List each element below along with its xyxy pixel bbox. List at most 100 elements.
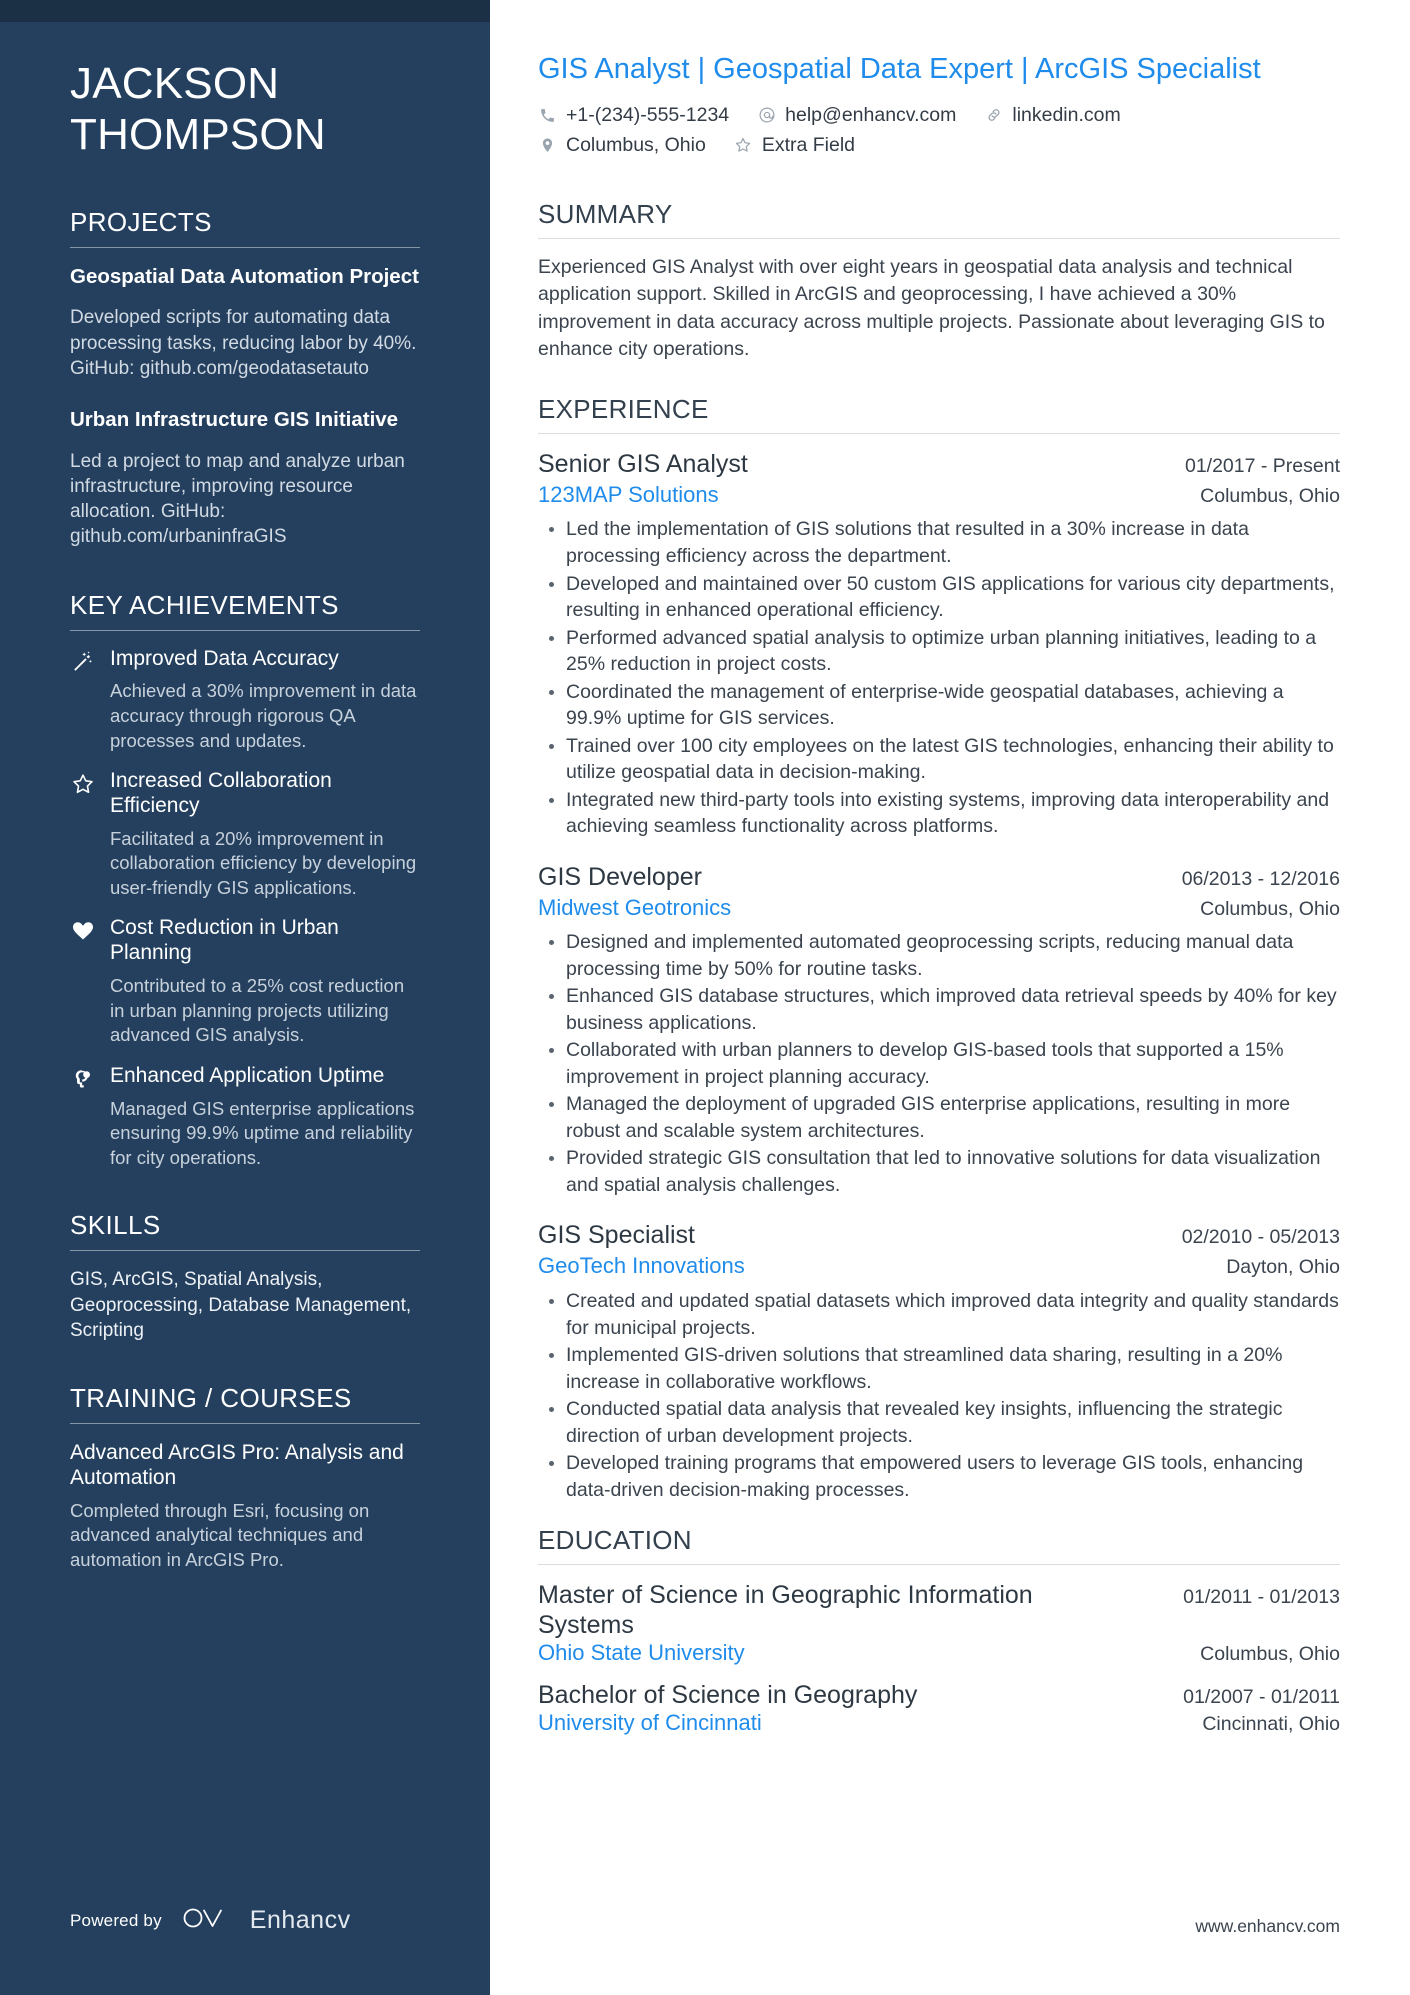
education-dates: 01/2011 - 01/2013: [1183, 1586, 1340, 1609]
skills-list: GIS, ArcGIS, Spatial Analysis, Geoproces…: [70, 1269, 412, 1341]
experience-divider: [538, 432, 1340, 434]
education-entry: Master of Science in Geographic Informat…: [538, 1580, 1340, 1666]
enhancv-brand-name: Enhancv: [249, 1906, 351, 1934]
education-degree: Master of Science in Geographic Informat…: [538, 1581, 1033, 1640]
experience-location: Dayton, Ohio: [1226, 1256, 1340, 1279]
achievements-divider: [70, 629, 420, 631]
education-location: Cincinnati, Ohio: [1202, 1713, 1340, 1736]
achievements-heading: KEY ACHIEVEMENTS: [70, 589, 339, 620]
experience-bullet: Collaborated with urban planners to deve…: [542, 1037, 1340, 1090]
contact-email[interactable]: help@enhancv.com: [757, 104, 956, 127]
skills-divider: [70, 1250, 420, 1252]
experience-bullet: Enhanced GIS database structures, which …: [542, 983, 1340, 1036]
experience-company[interactable]: 123MAP Solutions: [538, 481, 719, 510]
project-description: Led a project to map and analyze urban i…: [70, 450, 405, 548]
achievement-description: Contributed to a 25% cost reduction in u…: [110, 975, 405, 1046]
magic-wand-icon: [70, 647, 96, 754]
experience-bullets: Designed and implemented automated geopr…: [538, 929, 1340, 1198]
experience-entry: Senior GIS Analyst 01/2017 - Present 123…: [538, 449, 1340, 840]
achievement-item: Improved Data Accuracy Achieved a 30% im…: [70, 647, 420, 754]
location-pin-icon: [538, 136, 557, 155]
experience-dates: 01/2017 - Present: [1184, 454, 1340, 477]
sidebar-section-key-achievements: KEY ACHIEVEMENTS Improved Data Accuracy …: [70, 590, 420, 1171]
course-title: Advanced ArcGIS Pro: Analysis and Automa…: [70, 1441, 404, 1490]
link-icon: [984, 106, 1003, 125]
experience-heading: EXPERIENCE: [538, 393, 709, 424]
achievement-description: Facilitated a 20% improvement in collabo…: [110, 827, 417, 898]
education-school[interactable]: Ohio State University: [538, 1640, 745, 1666]
experience-bullet: Created and updated spatial datasets whi…: [542, 1288, 1340, 1341]
contact-extra-field-text: Extra Field: [761, 133, 856, 156]
star-outline-icon: [734, 136, 753, 155]
contact-phone-text: +1-(234)-555-1234: [566, 103, 730, 126]
powered-by-block: Powered by Enhancv: [70, 1904, 351, 1937]
training-heading: TRAINING / COURSES: [70, 1383, 352, 1414]
experience-bullets: Led the implementation of GIS solutions …: [538, 516, 1340, 839]
experience-bullet: Developed training programs that empower…: [542, 1450, 1340, 1503]
star-icon: [70, 769, 96, 900]
project-item: Geospatial Data Automation Project Devel…: [70, 264, 420, 381]
achievement-title: Increased Collaboration Efficiency: [110, 769, 332, 817]
experience-bullet: Trained over 100 city employees on the l…: [542, 733, 1340, 786]
experience-bullet: Provided strategic GIS consultation that…: [542, 1145, 1340, 1198]
contact-location[interactable]: Columbus, Ohio: [538, 134, 706, 157]
experience-bullet: Performed advanced spatial analysis to o…: [542, 625, 1340, 678]
section-education: EDUCATION Master of Science in Geographi…: [538, 1525, 1340, 1736]
contact-location-text: Columbus, Ohio: [566, 133, 706, 156]
sidebar-section-skills: SKILLS GIS, ArcGIS, Spatial Analysis, Ge…: [70, 1210, 420, 1343]
education-heading: EDUCATION: [538, 1525, 692, 1556]
contact-link[interactable]: linkedin.com: [984, 103, 1121, 127]
idea-head-icon: [70, 1064, 96, 1171]
projects-divider: [70, 246, 420, 248]
course-description: Completed through Esri, focusing on adva…: [70, 1499, 370, 1570]
experience-company[interactable]: Midwest Geotronics: [538, 894, 731, 923]
name-line-first: JACKSON: [70, 59, 280, 108]
main-content: GIS Analyst | Geospatial Data Expert | A…: [490, 0, 1410, 1995]
achievement-title: Improved Data Accuracy: [110, 646, 339, 670]
experience-bullet: Implemented GIS-driven solutions that st…: [542, 1342, 1340, 1395]
achievement-item: Cost Reduction in Urban Planning Contrib…: [70, 916, 420, 1047]
contact-row-secondary: Columbus, Ohio Extra Field: [538, 134, 1340, 157]
achievement-item: Enhanced Application Uptime Managed GIS …: [70, 1064, 420, 1171]
experience-dates: 06/2013 - 12/2016: [1181, 867, 1340, 890]
name-line-last: THOMPSON: [70, 110, 326, 160]
contact-phone[interactable]: +1-(234)-555-1234: [538, 104, 729, 127]
achievement-description: Achieved a 30% improvement in data accur…: [110, 680, 417, 751]
contact-link-text: linkedin.com: [1012, 103, 1121, 126]
education-degree: Bachelor of Science in Geography: [538, 1681, 918, 1710]
experience-location: Columbus, Ohio: [1200, 484, 1340, 507]
experience-job-title: Senior GIS Analyst: [538, 449, 748, 478]
section-experience: EXPERIENCE Senior GIS Analyst 01/2017 - …: [538, 394, 1340, 1503]
sidebar-section-training: TRAINING / COURSES Advanced ArcGIS Pro: …: [70, 1383, 420, 1572]
experience-location: Columbus, Ohio: [1200, 897, 1340, 920]
experience-bullet: Developed and maintained over 50 custom …: [542, 571, 1340, 624]
headline: GIS Analyst | Geospatial Data Expert | A…: [538, 53, 1261, 85]
experience-job-title: GIS Specialist: [538, 1221, 696, 1250]
heart-icon: [70, 916, 96, 1047]
experience-bullet: Led the implementation of GIS solutions …: [542, 516, 1340, 569]
powered-by-label: Powered by: [70, 1910, 162, 1930]
contact-info: +1-(234)-555-1234 help@enhancv.com linke…: [538, 104, 1340, 157]
summary-divider: [538, 237, 1340, 239]
education-divider: [538, 1564, 1340, 1566]
footer-url: www.enhancv.com: [1195, 1916, 1340, 1936]
experience-bullet: Conducted spatial data analysis that rev…: [542, 1396, 1340, 1449]
projects-heading: PROJECTS: [70, 206, 212, 237]
experience-job-title: GIS Developer: [538, 862, 702, 891]
skills-heading: SKILLS: [70, 1210, 161, 1241]
sidebar-section-projects: PROJECTS Geospatial Data Automation Proj…: [70, 207, 420, 550]
section-summary: SUMMARY Experienced GIS Analyst with ove…: [538, 199, 1340, 364]
contact-extra-field[interactable]: Extra Field: [734, 134, 855, 157]
achievement-item: Increased Collaboration Efficiency Facil…: [70, 769, 420, 900]
sidebar-top-accent-bar: [0, 0, 490, 22]
resume-page: JACKSON THOMPSON PROJECTS Geospatial Dat…: [0, 0, 1410, 1995]
candidate-name: JACKSON THOMPSON: [70, 0, 420, 161]
experience-entry: GIS Specialist 02/2010 - 05/2013 GeoTech…: [538, 1220, 1340, 1503]
experience-company[interactable]: GeoTech Innovations: [538, 1252, 745, 1281]
contact-row-primary: +1-(234)-555-1234 help@enhancv.com linke…: [538, 104, 1340, 127]
email-icon: [757, 106, 776, 125]
education-school[interactable]: University of Cincinnati: [538, 1710, 762, 1736]
experience-bullet: Designed and implemented automated geopr…: [542, 929, 1340, 982]
training-divider: [70, 1423, 420, 1425]
sidebar: JACKSON THOMPSON PROJECTS Geospatial Dat…: [0, 0, 490, 1995]
